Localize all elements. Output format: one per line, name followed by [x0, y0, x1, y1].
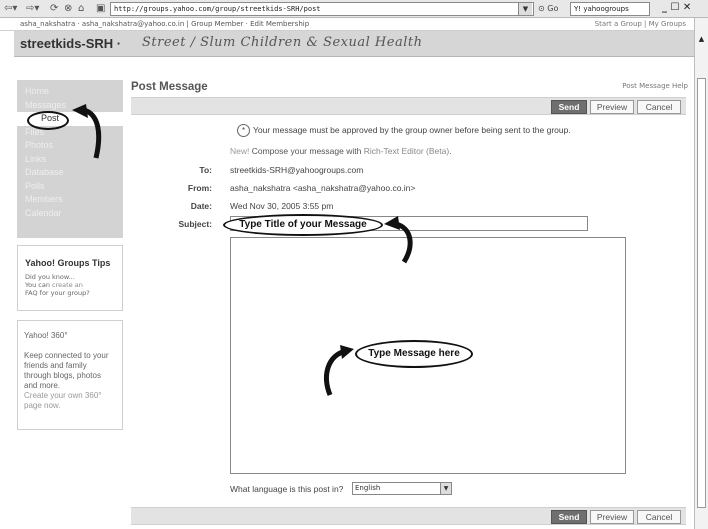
star-icon: * — [237, 124, 250, 137]
refresh-icon[interactable]: ⟳ — [50, 2, 58, 15]
tips-line2: You can create an — [25, 281, 115, 289]
language-selected: English — [355, 484, 381, 492]
group-header: streetkids-SRH · Street / Slum Children … — [14, 31, 694, 57]
toolbar-search-value: yahoogroups — [583, 5, 629, 13]
action-bar-bottom: Send Preview Cancel — [131, 507, 686, 525]
sidebar-item-post[interactable]: Post — [17, 112, 123, 126]
send-button[interactable]: Send — [551, 100, 587, 114]
scrollbar[interactable]: ▲ — [694, 18, 708, 529]
sidebar-nav: Home Messages Post Files Photos Links Da… — [17, 80, 123, 238]
group-tagline: Street / Slum Children & Sexual Health — [142, 35, 423, 50]
action-bar-top: Send Preview Cancel — [131, 97, 686, 115]
y360-box: Yahoo! 360° Keep connected to your frien… — [17, 320, 123, 430]
approval-notice: * Your message must be approved by the gr… — [237, 124, 571, 137]
tips-line1: Did you know... — [25, 273, 75, 281]
stop-icon[interactable]: ⊗ — [64, 2, 72, 15]
go-label: Go — [547, 4, 559, 13]
tips-line2-text: You can — [25, 281, 53, 289]
sidebar-item-messages[interactable]: Messages — [17, 99, 123, 113]
sidebar-item-polls[interactable]: Polls — [17, 180, 123, 194]
help-link[interactable]: Post Message Help — [622, 82, 688, 90]
subject-hint-callout: Type Title of your Message — [223, 214, 383, 236]
chevron-down-icon[interactable]: ▼ — [440, 483, 451, 494]
user-strip: asha_nakshatra · asha_nakshatra@yahoo.co… — [0, 18, 694, 31]
date-label: Date: — [190, 201, 212, 211]
rte-end: . — [449, 146, 452, 156]
browser-toolbar: ⇦▾ ⇨▾ ⟳ ⊗ ⌂ ▣ http://groups.yahoo.com/gr… — [0, 0, 708, 18]
new-badge: New! — [230, 146, 250, 156]
sidebar-item-files[interactable]: Files — [17, 126, 123, 140]
tips-line3: FAQ for your group? — [25, 289, 90, 297]
from-label: From: — [187, 183, 212, 193]
cancel-button-bottom[interactable]: Cancel — [637, 510, 681, 524]
home-icon[interactable]: ⌂ — [78, 2, 84, 15]
user-info[interactable]: asha_nakshatra · asha_nakshatra@yahoo.co… — [20, 20, 309, 28]
preview-button[interactable]: Preview — [590, 100, 634, 114]
y360-body: Keep connected to your friends and famil… — [24, 351, 109, 390]
to-label: To: — [199, 165, 212, 175]
page-title: Post Message — [131, 81, 208, 93]
language-question: What language is this post in? — [230, 484, 344, 494]
window-controls[interactable]: _ ☐ ✕ — [662, 1, 691, 15]
scrollbar-thumb[interactable] — [697, 78, 706, 508]
to-value: streetkids-SRH@yahoogroups.com — [230, 165, 364, 175]
preview-button-bottom[interactable]: Preview — [590, 510, 634, 524]
group-links[interactable]: Start a Group | My Groups — [595, 18, 686, 31]
scroll-up-icon[interactable]: ▲ — [696, 34, 707, 45]
sidebar-item-links[interactable]: Links — [17, 153, 123, 167]
from-value: asha_nakshatra <asha_nakshatra@yahoo.co.… — [230, 183, 416, 193]
approval-notice-text: Your message must be approved by the gro… — [253, 124, 571, 135]
rte-link[interactable]: Rich-Text Editor (Beta) — [364, 146, 450, 156]
toolbar-search-input[interactable]: Y! yahoogroups — [570, 2, 650, 16]
y360-title: Yahoo! 360° — [24, 331, 68, 340]
y360-link[interactable]: Create your own 360° page now. — [24, 391, 116, 411]
sidebar-item-home[interactable]: Home — [17, 85, 123, 99]
forward-icon[interactable]: ⇨▾ — [26, 2, 39, 15]
rte-notice: New! Compose your message with Rich-Text… — [230, 146, 452, 156]
language-select[interactable]: English ▼ — [352, 482, 452, 495]
back-icon[interactable]: ⇦▾ — [4, 2, 17, 15]
tips-title: Yahoo! Groups Tips — [25, 258, 111, 268]
go-button[interactable]: ⊙ Go — [538, 2, 558, 16]
sidebar-item-database[interactable]: Database — [17, 166, 123, 180]
sidebar-item-members[interactable]: Members — [17, 193, 123, 207]
address-bar[interactable]: http://groups.yahoo.com/group/streetkids… — [110, 2, 534, 16]
create-faq-link[interactable]: create an — [52, 281, 83, 289]
rte-text: Compose your message with — [249, 146, 364, 156]
send-button-bottom[interactable]: Send — [551, 510, 587, 524]
tips-box: Yahoo! Groups Tips Did you know... You c… — [17, 245, 123, 311]
cancel-button[interactable]: Cancel — [637, 100, 681, 114]
page-icon: ▣ — [96, 3, 106, 14]
sidebar-item-calendar[interactable]: Calendar — [17, 207, 123, 221]
sidebar-item-photos[interactable]: Photos — [17, 139, 123, 153]
subject-label: Subject: — [178, 219, 212, 229]
date-value: Wed Nov 30, 2005 3:55 pm — [230, 201, 334, 211]
group-name[interactable]: streetkids-SRH · — [20, 36, 121, 51]
body-hint-callout: Type Message here — [355, 340, 473, 368]
address-dropdown-icon[interactable]: ▼ — [518, 3, 532, 15]
